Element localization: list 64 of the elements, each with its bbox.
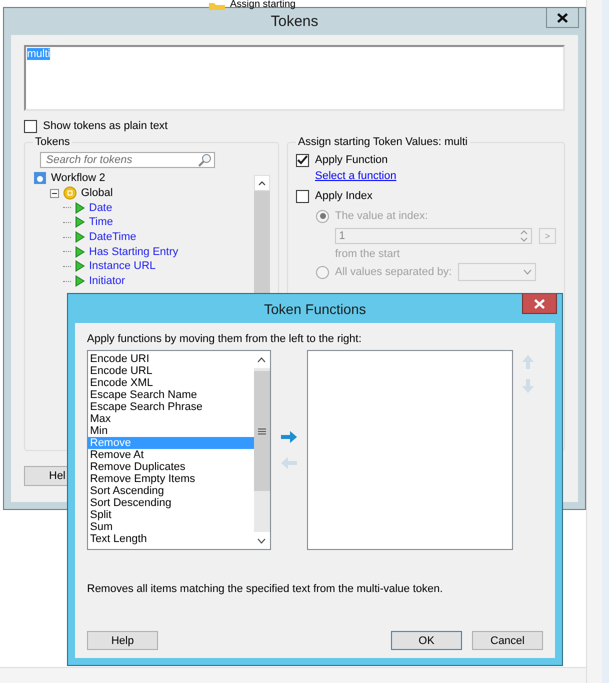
checkbox-label: Apply Function bbox=[315, 154, 388, 166]
workflow-icon bbox=[33, 171, 47, 186]
tree-item[interactable]: Date bbox=[89, 202, 112, 214]
collapse-icon[interactable] bbox=[50, 188, 59, 198]
search-field[interactable]: Search for tokens bbox=[40, 152, 215, 168]
function-item[interactable]: Text Length bbox=[88, 533, 254, 545]
tree-item[interactable]: Workflow 2 bbox=[51, 172, 106, 184]
function-item[interactable]: Escape Search Phrase bbox=[88, 401, 254, 413]
group-title: Tokens bbox=[34, 136, 71, 148]
scrollbar[interactable] bbox=[254, 351, 270, 549]
chevron-up-icon bbox=[258, 180, 266, 186]
cancel-button[interactable]: Cancel bbox=[472, 631, 543, 650]
help-button[interactable]: Help bbox=[87, 631, 158, 650]
checkbox[interactable] bbox=[24, 120, 37, 132]
function-item[interactable]: Encode URI bbox=[88, 353, 254, 365]
function-item[interactable]: Encode XML bbox=[88, 377, 254, 389]
function-item[interactable]: Min bbox=[88, 425, 254, 437]
group-title: Assign starting Token Values: multi bbox=[297, 136, 469, 148]
function-item[interactable]: Split bbox=[88, 509, 254, 521]
play-icon bbox=[75, 260, 85, 272]
function-item[interactable]: Sort Descending bbox=[88, 497, 254, 509]
tree-item[interactable]: Has Starting Entry bbox=[89, 246, 178, 258]
play-icon bbox=[75, 275, 85, 288]
ok-button[interactable]: OK bbox=[391, 631, 462, 650]
close-icon bbox=[557, 12, 568, 22]
radio-label: All values separated by: bbox=[335, 266, 452, 278]
select-function-link[interactable]: Select a function bbox=[315, 170, 396, 182]
checkbox-label: Show tokens as plain text bbox=[43, 120, 168, 132]
folder-icon bbox=[208, 0, 226, 10]
dialog-title: Token Functions bbox=[264, 300, 366, 316]
chevron-up-icon bbox=[257, 356, 266, 362]
dialog-title: Tokens bbox=[270, 13, 318, 30]
checkbox[interactable] bbox=[296, 154, 309, 166]
chevron-down-icon bbox=[522, 269, 532, 275]
function-item[interactable]: Remove At bbox=[88, 449, 254, 461]
radio-label: The value at index: bbox=[335, 210, 428, 222]
close-button[interactable] bbox=[546, 8, 579, 28]
checkbox[interactable] bbox=[296, 190, 309, 202]
tree-item[interactable]: Initiator bbox=[89, 275, 126, 288]
function-item[interactable]: Sum bbox=[88, 521, 254, 533]
function-description: Removes all items matching the specified text from the multi-value token. bbox=[87, 583, 444, 595]
arrow-right-icon[interactable] bbox=[280, 430, 298, 444]
instruction-text: Apply functions by moving them from the left to the right: bbox=[87, 333, 363, 345]
search-icon bbox=[198, 153, 212, 167]
tree-item[interactable]: Instance URL bbox=[89, 260, 156, 272]
close-button[interactable] bbox=[522, 294, 557, 314]
play-icon bbox=[75, 231, 85, 244]
play-icon bbox=[75, 246, 85, 258]
available-functions-list[interactable]: Encode URI Encode URL Encode XML Escape Search Name Escape Search Phrase Max Min Remove Remove At Remove Duplicates Remove Empty Items Sort Ascending Sort Descending Split Sum Text Length bbox=[87, 350, 271, 550]
function-item[interactable]: Sort Ascending bbox=[88, 485, 254, 497]
tree-item[interactable]: Global bbox=[81, 187, 113, 200]
index-hint: from the start bbox=[334, 248, 401, 260]
chevron-down-icon bbox=[257, 538, 266, 544]
function-item[interactable]: Escape Search Name bbox=[88, 389, 254, 401]
play-icon bbox=[75, 216, 85, 228]
checkbox-label: Apply Index bbox=[315, 190, 372, 202]
function-item[interactable]: Encode URL bbox=[88, 365, 254, 377]
play-icon bbox=[75, 202, 85, 214]
function-item[interactable]: Max bbox=[88, 413, 254, 425]
tree-item[interactable]: Time bbox=[89, 216, 114, 228]
close-icon bbox=[534, 298, 545, 308]
selected-text: multi bbox=[27, 48, 50, 60]
tree-item[interactable]: DateTime bbox=[89, 231, 136, 244]
grip-icon bbox=[258, 428, 266, 434]
